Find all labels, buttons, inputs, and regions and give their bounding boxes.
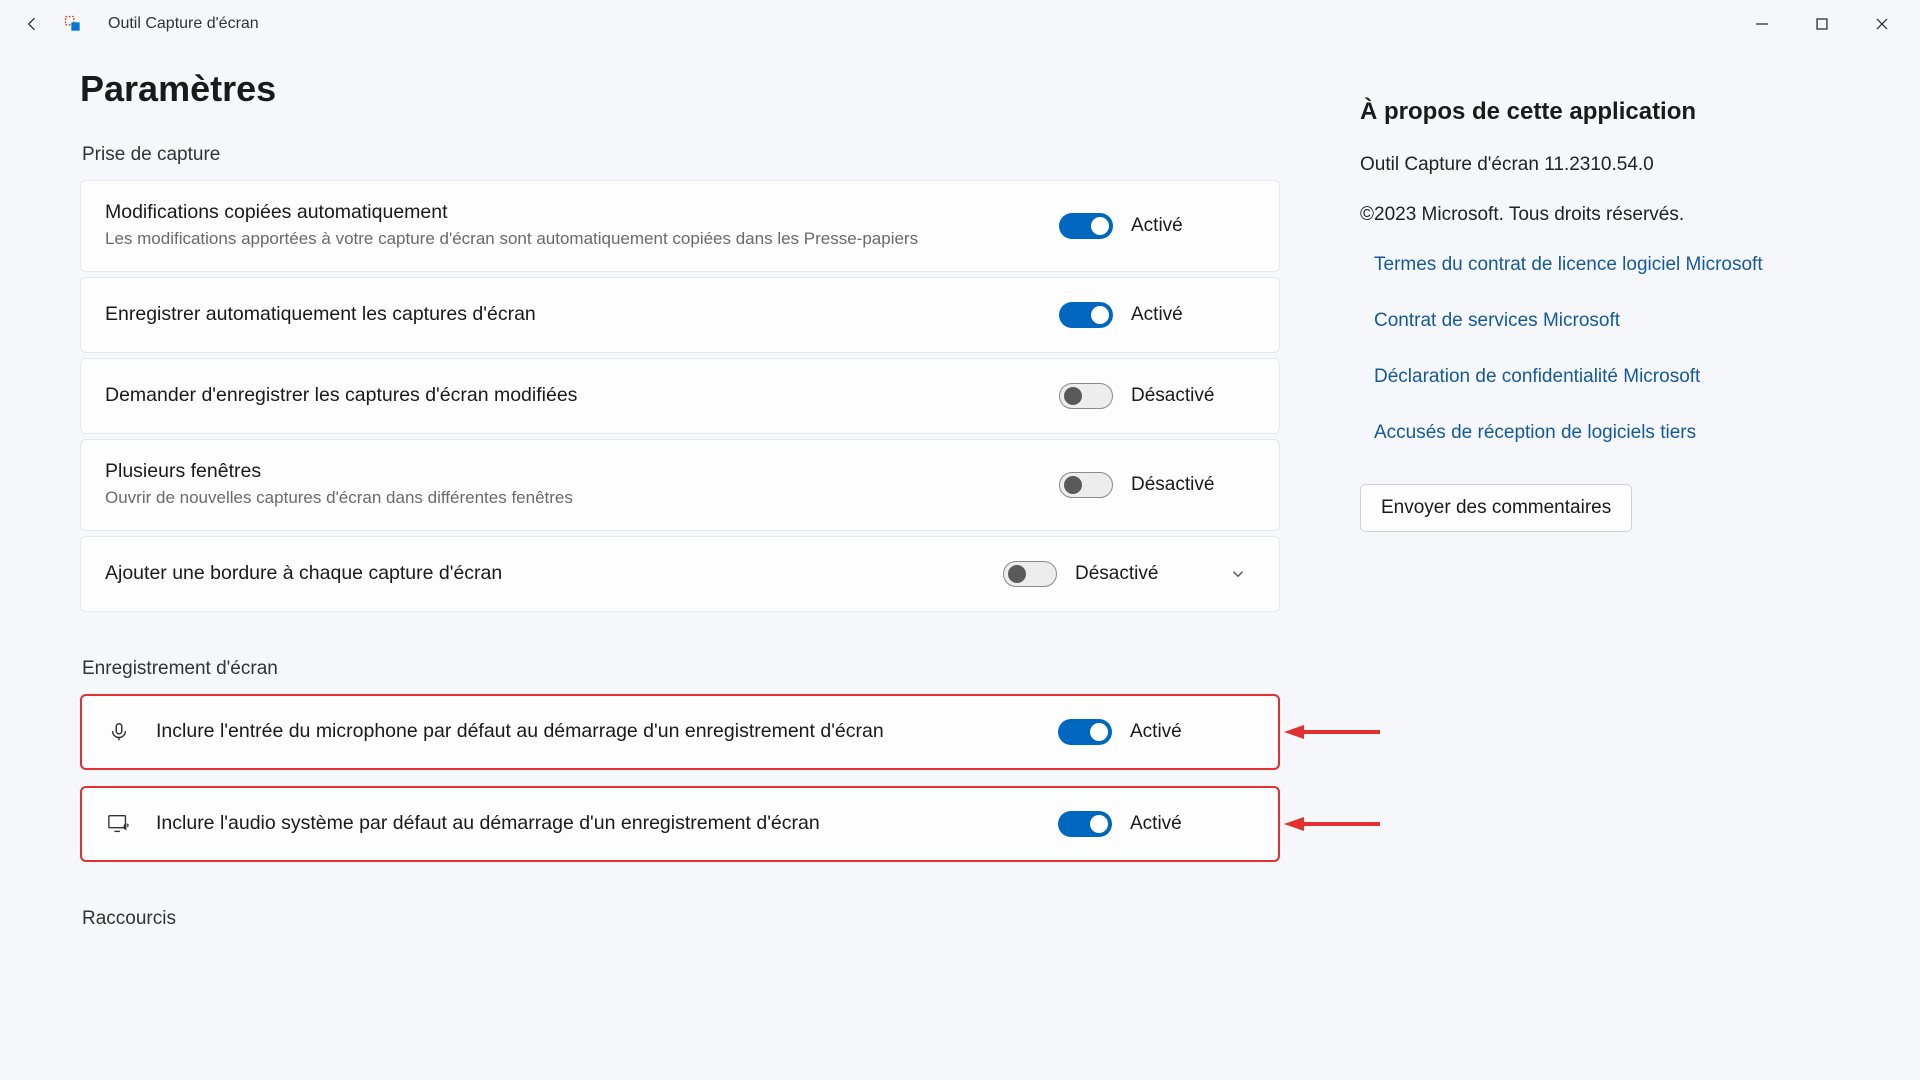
setting-text: Inclure l'audio système par défaut au dé… [156, 812, 1034, 835]
about-heading: À propos de cette application [1360, 98, 1840, 126]
setting-subtitle: Ouvrir de nouvelles captures d'écran dan… [105, 487, 925, 510]
toggle-label: Activé [1131, 304, 1183, 326]
back-button[interactable] [20, 12, 44, 36]
setting-text: Demander d'enregistrer les captures d'éc… [105, 384, 1035, 407]
system-audio-icon [106, 811, 132, 837]
setting-subtitle: Les modifications apportées à votre capt… [105, 228, 925, 251]
toggle-label: Désactivé [1075, 563, 1158, 585]
about-copyright: ©2023 Microsoft. Tous droits réservés. [1360, 204, 1840, 226]
capture-cards: Modifications copiées automatiquement Le… [80, 180, 1280, 612]
minimize-icon [1755, 17, 1769, 31]
window-title: Outil Capture d'écran [108, 15, 259, 33]
send-feedback-button[interactable]: Envoyer des commentaires [1360, 484, 1632, 532]
toggle-mic-default[interactable] [1058, 719, 1112, 745]
link-services-agreement[interactable]: Contrat de services Microsoft [1374, 310, 1840, 332]
link-thirdparty[interactable]: Accusés de réception de logiciels tiers [1374, 422, 1840, 444]
setting-title: Enregistrer automatiquement les captures… [105, 303, 1035, 326]
app-icon [62, 13, 84, 35]
setting-title: Ajouter une bordure à chaque capture d'é… [105, 562, 979, 585]
about-version: Outil Capture d'écran 11.2310.54.0 [1360, 154, 1840, 176]
close-button[interactable] [1852, 4, 1912, 44]
link-license-terms[interactable]: Termes du contrat de licence logiciel Mi… [1374, 254, 1840, 276]
maximize-icon [1815, 17, 1829, 31]
link-privacy[interactable]: Déclaration de confidentialité Microsoft [1374, 366, 1840, 388]
setting-title: Inclure l'audio système par défaut au dé… [156, 812, 1034, 835]
setting-ask-save-edited[interactable]: Demander d'enregistrer les captures d'éc… [80, 358, 1280, 434]
toggle-sysaudio-default[interactable] [1058, 811, 1112, 837]
setting-text: Ajouter une bordure à chaque capture d'é… [105, 562, 979, 585]
toggle-label: Désactivé [1131, 385, 1214, 407]
main-column: Paramètres Prise de capture Modification… [80, 68, 1280, 944]
close-icon [1875, 17, 1889, 31]
section-shortcuts-label: Raccourcis [82, 908, 1280, 930]
setting-sysaudio-default[interactable]: Inclure l'audio système par défaut au dé… [80, 786, 1280, 862]
about-links: Termes du contrat de licence logiciel Mi… [1360, 254, 1840, 444]
toggle-auto-copy[interactable] [1059, 213, 1113, 239]
setting-text: Enregistrer automatiquement les captures… [105, 303, 1035, 326]
page-title: Paramètres [80, 68, 1280, 110]
toggle-label: Activé [1130, 721, 1182, 743]
microphone-icon [106, 719, 132, 745]
arrow-left-icon [22, 14, 42, 34]
titlebar: Outil Capture d'écran [0, 0, 1920, 48]
toggle-add-border[interactable] [1003, 561, 1057, 587]
setting-add-border[interactable]: Ajouter une bordure à chaque capture d'é… [80, 536, 1280, 612]
setting-text: Plusieurs fenêtres Ouvrir de nouvelles c… [105, 460, 1035, 510]
toggle-label: Activé [1131, 215, 1183, 237]
setting-auto-copy[interactable]: Modifications copiées automatiquement Le… [80, 180, 1280, 272]
setting-title: Demander d'enregistrer les captures d'éc… [105, 384, 1035, 407]
maximize-button[interactable] [1792, 4, 1852, 44]
setting-auto-save[interactable]: Enregistrer automatiquement les captures… [80, 277, 1280, 353]
setting-text: Modifications copiées automatiquement Le… [105, 201, 1035, 251]
toggle-auto-save[interactable] [1059, 302, 1113, 328]
about-column: À propos de cette application Outil Capt… [1360, 68, 1840, 944]
setting-title: Inclure l'entrée du microphone par défau… [156, 720, 1034, 743]
setting-text: Inclure l'entrée du microphone par défau… [156, 720, 1034, 743]
toggle-multi-window[interactable] [1059, 472, 1113, 498]
section-capture-label: Prise de capture [82, 144, 1280, 166]
toggle-ask-save-edited[interactable] [1059, 383, 1113, 409]
window-controls [1732, 4, 1912, 44]
toggle-label: Activé [1130, 813, 1182, 835]
recording-cards: Inclure l'entrée du microphone par défau… [80, 694, 1280, 862]
chevron-down-icon [1229, 565, 1247, 583]
expand-button[interactable] [1227, 565, 1249, 583]
setting-mic-default[interactable]: Inclure l'entrée du microphone par défau… [80, 694, 1280, 770]
titlebar-left: Outil Capture d'écran [20, 12, 1732, 36]
minimize-button[interactable] [1732, 4, 1792, 44]
setting-multi-window[interactable]: Plusieurs fenêtres Ouvrir de nouvelles c… [80, 439, 1280, 531]
setting-title: Modifications copiées automatiquement [105, 201, 1035, 224]
toggle-label: Désactivé [1131, 474, 1214, 496]
section-recording-label: Enregistrement d'écran [82, 658, 1280, 680]
setting-title: Plusieurs fenêtres [105, 460, 1035, 483]
